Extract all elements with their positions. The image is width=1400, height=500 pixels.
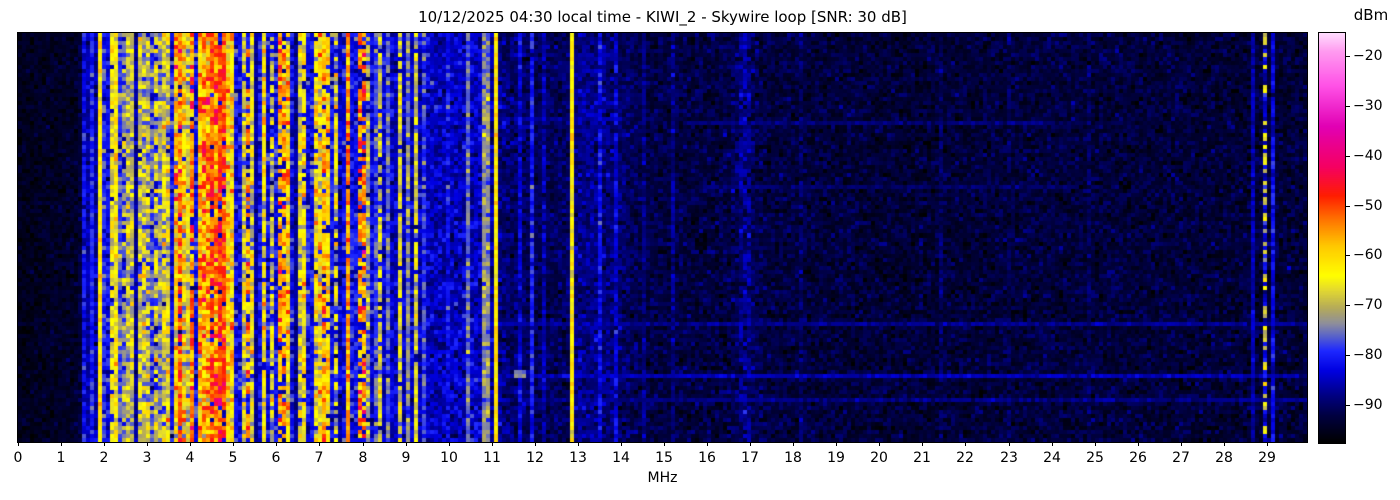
chart-title: 10/12/2025 04:30 local time - KIWI_2 - S… [18,8,1307,26]
x-tick-label: 22 [945,450,985,466]
x-tick-mark [449,442,450,446]
colorbar-tick-mark [1346,106,1350,107]
x-tick-mark [965,442,966,446]
x-tick-label: 3 [127,450,167,466]
colorbar-tick-mark [1346,305,1350,306]
x-tick-mark [190,442,191,446]
x-tick-mark [707,442,708,446]
colorbar-tick-label: −20 [1353,47,1383,65]
x-tick-mark [233,442,234,446]
x-tick-label: 4 [170,450,210,466]
colorbar-canvas [1319,33,1345,443]
colorbar-tick-label: −60 [1353,246,1383,264]
colorbar-tick-mark [1346,206,1350,207]
x-tick-label: 2 [84,450,124,466]
x-tick-label: 23 [989,450,1029,466]
colorbar-tick-mark [1346,156,1350,157]
x-tick-mark [664,442,665,446]
x-tick-mark [879,442,880,446]
colorbar-tick-label: −30 [1353,97,1383,115]
x-tick-mark [147,442,148,446]
x-tick-mark [406,442,407,446]
x-tick-mark [1052,442,1053,446]
x-tick-mark [836,442,837,446]
x-tick-mark [1267,442,1268,446]
x-tick-mark [276,442,277,446]
x-tick-label: 7 [299,450,339,466]
x-tick-mark [1009,442,1010,446]
colorbar-tick-label: −40 [1353,147,1383,165]
x-tick-label: 16 [687,450,727,466]
x-tick-label: 5 [213,450,253,466]
x-tick-label: 27 [1161,450,1201,466]
x-tick-label: 26 [1118,450,1158,466]
x-tick-mark [793,442,794,446]
colorbar-tick-label: −90 [1353,396,1383,414]
x-tick-label: 9 [386,450,426,466]
x-tick-label: 15 [644,450,684,466]
x-tick-mark [492,442,493,446]
colorbar-tick-mark [1346,255,1350,256]
x-tick-label: 14 [601,450,641,466]
x-tick-mark [319,442,320,446]
x-axis-label: MHz [18,470,1307,486]
x-tick-label: 20 [859,450,899,466]
x-tick-mark [1224,442,1225,446]
colorbar-tick-label: −50 [1353,197,1383,215]
x-tick-mark [1181,442,1182,446]
x-tick-mark [578,442,579,446]
colorbar-tick-label: −70 [1353,296,1383,314]
x-tick-mark [363,442,364,446]
x-tick-mark [104,442,105,446]
waterfall-canvas [18,33,1307,442]
x-tick-label: 8 [343,450,383,466]
x-tick-mark [922,442,923,446]
x-tick-label: 13 [558,450,598,466]
x-tick-mark [535,442,536,446]
colorbar-label: dBm [1345,6,1397,24]
x-tick-label: 0 [0,450,38,466]
x-tick-label: 28 [1204,450,1244,466]
x-tick-label: 17 [730,450,770,466]
x-tick-label: 6 [256,450,296,466]
x-tick-label: 10 [429,450,469,466]
x-tick-label: 12 [515,450,555,466]
x-tick-label: 18 [773,450,813,466]
x-tick-label: 24 [1032,450,1072,466]
x-tick-mark [18,442,19,446]
x-tick-mark [1095,442,1096,446]
x-tick-mark [61,442,62,446]
x-tick-label: 29 [1247,450,1287,466]
x-tick-label: 1 [41,450,81,466]
colorbar-tick-mark [1346,355,1350,356]
colorbar-tick-label: −80 [1353,346,1383,364]
colorbar-tick-mark [1346,56,1350,57]
x-tick-mark [1138,442,1139,446]
x-tick-label: 19 [816,450,856,466]
x-tick-label: 21 [902,450,942,466]
x-tick-label: 25 [1075,450,1115,466]
x-tick-mark [621,442,622,446]
colorbar-tick-mark [1346,405,1350,406]
x-tick-label: 11 [472,450,512,466]
waterfall-figure: 10/12/2025 04:30 local time - KIWI_2 - S… [0,0,1400,500]
x-tick-mark [750,442,751,446]
